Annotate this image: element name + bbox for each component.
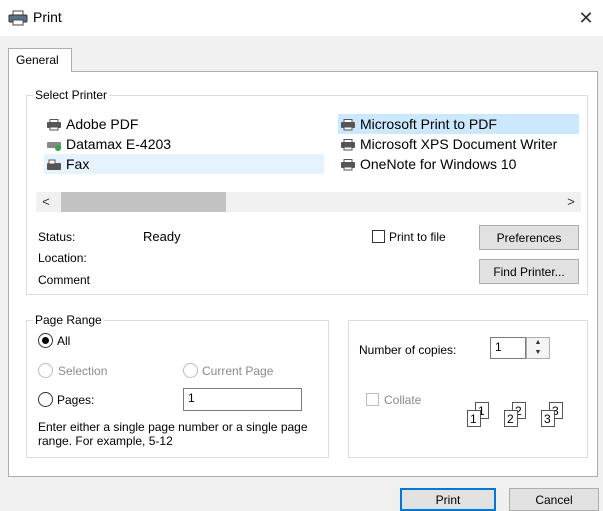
spin-up-icon[interactable]: ▲ [527, 338, 549, 348]
close-button[interactable]: ✕ [572, 4, 600, 32]
scroll-thumb[interactable] [61, 192, 226, 212]
status-value: Ready [143, 229, 181, 244]
all-label: All [57, 334, 71, 348]
status-label: Status: [38, 230, 76, 244]
comment-label: Comment [38, 273, 91, 287]
printer-item-microsoft-xps[interactable]: Microsoft XPS Document Writer [338, 134, 579, 154]
pages-label: Pages: [57, 393, 95, 407]
preferences-button[interactable]: Preferences [479, 225, 579, 250]
scroll-right-arrow-icon[interactable]: > [561, 192, 581, 212]
printer-list-scrollbar[interactable]: < > [36, 192, 581, 212]
page-range-hint: Enter either a single page number or a s… [38, 420, 308, 448]
printer-name: Fax [66, 156, 90, 172]
location-label: Location: [38, 251, 87, 265]
printer-icon [46, 118, 62, 131]
cancel-button[interactable]: Cancel [509, 488, 599, 511]
printer-item-datamax[interactable]: Datamax E-4203 [44, 134, 324, 154]
print-to-file-checkbox[interactable] [372, 230, 385, 243]
collate-page-set-1-icon: 1 1 [467, 402, 497, 430]
printer-icon [340, 118, 356, 131]
printer-item-adobe-pdf[interactable]: Adobe PDF [44, 114, 324, 134]
printer-name: Adobe PDF [66, 116, 139, 132]
close-icon: ✕ [578, 8, 594, 28]
printer-name: Microsoft XPS Document Writer [360, 136, 558, 152]
print-button[interactable]: Print [400, 488, 496, 511]
selection-label: Selection [58, 364, 108, 378]
printer-name: Microsoft Print to PDF [360, 116, 497, 132]
current-page-radio[interactable] [183, 363, 198, 378]
collate-page-set-3-icon: 3 3 [541, 402, 571, 430]
scroll-left-arrow-icon[interactable]: < [36, 192, 56, 212]
collate-label: Collate [384, 393, 422, 407]
tab-general[interactable]: General [8, 48, 72, 72]
printer-name: OneNote for Windows 10 [360, 156, 517, 172]
select-printer-legend: Select Printer [33, 88, 110, 102]
pages-input[interactable]: 1 [183, 388, 302, 411]
number-of-copies-label: Number of copies: [359, 343, 457, 357]
all-radio[interactable] [38, 333, 53, 348]
network-printer-icon [46, 138, 62, 151]
copies-input[interactable]: 1 [490, 337, 526, 359]
find-printer-button[interactable]: Find Printer... [479, 259, 579, 284]
printer-item-onenote[interactable]: OneNote for Windows 10 [338, 154, 579, 174]
print-to-file-label: Print to file [389, 230, 446, 244]
printer-icon [340, 158, 356, 171]
printer-item-fax[interactable]: Fax [44, 154, 324, 174]
collate-page-set-2-icon: 2 2 [504, 402, 534, 430]
title-bar: Print ✕ [0, 0, 603, 36]
printer-icon [8, 10, 28, 26]
copies-group [348, 320, 588, 458]
spin-down-icon[interactable]: ▼ [527, 348, 549, 358]
window-title: Print [33, 9, 62, 25]
current-page-label: Current Page [202, 364, 274, 378]
collate-checkbox[interactable] [366, 393, 379, 406]
fax-icon [46, 158, 62, 170]
selection-radio[interactable] [38, 363, 53, 378]
page-range-legend: Page Range [33, 313, 104, 327]
printer-name: Datamax E-4203 [66, 136, 172, 152]
printer-icon [340, 138, 356, 151]
pages-radio[interactable] [38, 392, 53, 407]
copies-spinner[interactable]: ▲ ▼ [526, 337, 550, 359]
printer-item-microsoft-print-to-pdf[interactable]: Microsoft Print to PDF [338, 114, 579, 134]
